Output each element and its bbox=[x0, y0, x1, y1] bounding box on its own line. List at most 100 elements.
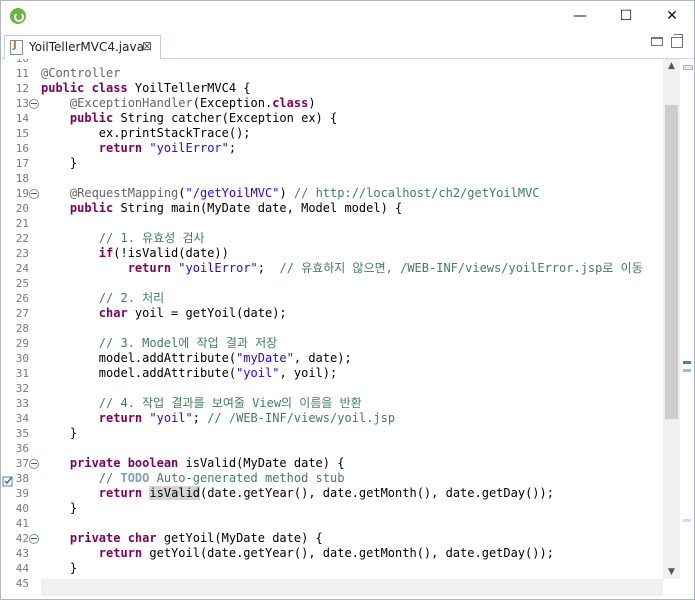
code-line[interactable]: char yoil = getYoil(date); bbox=[41, 306, 287, 321]
code-line[interactable]: return "yoilError"; // 유효하지 않으면, /WEB-IN… bbox=[41, 261, 643, 276]
code-token: public class bbox=[41, 81, 135, 95]
code-token: "yoilError" bbox=[149, 141, 229, 155]
code-line[interactable]: model.addAttribute("myDate", date); bbox=[41, 351, 352, 366]
task-marker-icon[interactable] bbox=[2, 472, 14, 487]
code-token: } bbox=[41, 561, 78, 575]
code-line[interactable]: return isValid(date.getYear(), date.getM… bbox=[41, 486, 554, 501]
code-line[interactable]: if(!isValid(date)) bbox=[41, 246, 229, 261]
code-token: return bbox=[98, 546, 143, 560]
code-token: isValid(MyDate date) { bbox=[178, 456, 345, 470]
code-token: "/getYoilMVC" bbox=[185, 186, 280, 200]
horizontal-scrollbar[interactable] bbox=[41, 579, 663, 596]
line-number: 36 bbox=[15, 442, 29, 455]
line-number: 32 bbox=[15, 382, 29, 395]
fold-toggle-icon[interactable] bbox=[29, 534, 39, 544]
code-line[interactable]: // 2. 처리 bbox=[41, 291, 164, 306]
line-number: 41 bbox=[15, 517, 29, 530]
fold-toggle-icon[interactable] bbox=[29, 189, 39, 199]
minimize-button[interactable]: — bbox=[566, 6, 594, 26]
code-token: ; bbox=[257, 261, 280, 275]
code-line[interactable]: return "yoilError"; bbox=[41, 141, 236, 156]
line-number: 13 bbox=[15, 97, 29, 110]
close-button[interactable]: ✕ bbox=[658, 6, 686, 26]
scroll-down-icon[interactable]: ▼ bbox=[666, 567, 677, 577]
code-token: private boolean bbox=[69, 456, 179, 470]
line-number: 28 bbox=[15, 322, 29, 335]
code-area[interactable]: @Controller public class YoilTellerMVC4 {… bbox=[41, 59, 663, 579]
editor-tab[interactable]: YoilTellerMVC4.java ⊠ bbox=[4, 35, 161, 59]
code-token: public bbox=[69, 201, 114, 215]
minimize-view-icon[interactable] bbox=[651, 37, 663, 46]
editor-tab-bar: YoilTellerMVC4.java ⊠ bbox=[1, 33, 694, 59]
code-token: class bbox=[272, 96, 309, 110]
code-line[interactable]: ex.printStackTrace(); bbox=[41, 126, 251, 141]
line-number: 27 bbox=[15, 307, 29, 320]
code-token: YoilTellerMVC4 { bbox=[134, 81, 251, 95]
code-line[interactable]: } bbox=[41, 501, 77, 516]
code-line[interactable]: // 3. Model에 작업 결과 저장 bbox=[41, 336, 277, 351]
code-token: "yoilError" bbox=[178, 261, 258, 275]
fold-toggle-icon[interactable] bbox=[29, 99, 39, 109]
code-token: } bbox=[41, 156, 78, 170]
maximize-view-icon[interactable] bbox=[671, 34, 683, 48]
code-line[interactable]: public String main(MyDate date, Model mo… bbox=[41, 201, 402, 216]
code-token: } bbox=[41, 426, 78, 440]
line-number: 42 bbox=[15, 532, 29, 545]
fold-toggle-icon[interactable] bbox=[29, 459, 39, 469]
code-token: private char bbox=[69, 531, 157, 545]
code-token: "yoil" bbox=[149, 411, 193, 425]
code-token: return bbox=[98, 141, 143, 155]
code-line[interactable]: // 4. 작업 결과를 보여줄 View의 이름을 반환 bbox=[41, 396, 362, 411]
code-line[interactable]: // TODO Auto-generated method stub bbox=[41, 471, 345, 486]
code-line[interactable]: } bbox=[41, 561, 77, 576]
code-line[interactable]: @Controller bbox=[41, 66, 120, 81]
code-token: "yoil" bbox=[236, 366, 280, 380]
scroll-up-icon[interactable]: ▲ bbox=[666, 61, 677, 71]
code-line[interactable]: public String catcher(Exception ex) { bbox=[41, 111, 337, 126]
vertical-scrollbar[interactable]: ▲ ▼ bbox=[663, 59, 680, 579]
code-line[interactable]: } bbox=[41, 156, 77, 171]
tab-close-icon[interactable]: ⊠ bbox=[142, 39, 152, 53]
code-token: , yoil); bbox=[279, 366, 338, 380]
overview-marker[interactable] bbox=[683, 65, 693, 70]
code-line[interactable]: // 1. 유효성 검사 bbox=[41, 231, 205, 246]
code-token: // 2. 처리 bbox=[41, 291, 165, 305]
code-line[interactable]: model.addAttribute("yoil", yoil); bbox=[41, 366, 337, 381]
code-line[interactable]: private boolean isValid(MyDate date) { bbox=[41, 456, 345, 471]
line-number: 34 bbox=[15, 412, 29, 425]
code-line[interactable]: return "yoil"; // /WEB-INF/views/yoil.js… bbox=[41, 411, 395, 426]
code-editor[interactable]: 1011 12 13 14 15 16 17 18 19 20 21 22 23 24 25 26 27 28 29… bbox=[1, 59, 694, 599]
overview-marker[interactable] bbox=[683, 361, 691, 364]
overview-marker[interactable] bbox=[683, 369, 691, 372]
line-number: 15 bbox=[15, 127, 29, 140]
code-token: Auto-generated method stub bbox=[149, 471, 345, 485]
scrollbar-thumb[interactable] bbox=[665, 105, 678, 419]
overview-marker[interactable] bbox=[683, 519, 691, 522]
maximize-button[interactable]: ☐ bbox=[612, 6, 640, 26]
code-token: @ExceptionHandler bbox=[41, 96, 193, 110]
code-token: // 1. 유효성 검사 bbox=[41, 231, 205, 245]
line-number: 10 bbox=[1, 59, 29, 66]
code-token: ; bbox=[192, 411, 208, 425]
code-line[interactable]: } bbox=[41, 426, 77, 441]
code-line[interactable]: @ExceptionHandler(Exception.class) bbox=[41, 96, 316, 111]
line-number: 11 bbox=[15, 67, 29, 80]
code-line[interactable]: @RequestMapping("/getYoilMVC") // http:/… bbox=[41, 186, 540, 201]
code-token: // /WEB-INF/views/yoil.jsp bbox=[207, 411, 396, 425]
line-number: 25 bbox=[15, 277, 29, 290]
line-number: 17 bbox=[15, 157, 29, 170]
code-line[interactable]: public class YoilTellerMVC4 { bbox=[41, 81, 251, 96]
code-token: if bbox=[98, 246, 114, 260]
line-number: 33 bbox=[15, 397, 29, 410]
overview-ruler[interactable] bbox=[680, 59, 694, 579]
line-number: 40 bbox=[15, 502, 29, 515]
line-number-gutter: 1011 12 13 14 15 16 17 18 19 20 21 22 23 24 25 26 27 28 29… bbox=[1, 59, 39, 590]
code-line[interactable]: return getYoil(date.getYear(), date.getM… bbox=[41, 546, 554, 561]
code-line[interactable]: private char getYoil(MyDate date) { bbox=[41, 531, 323, 546]
